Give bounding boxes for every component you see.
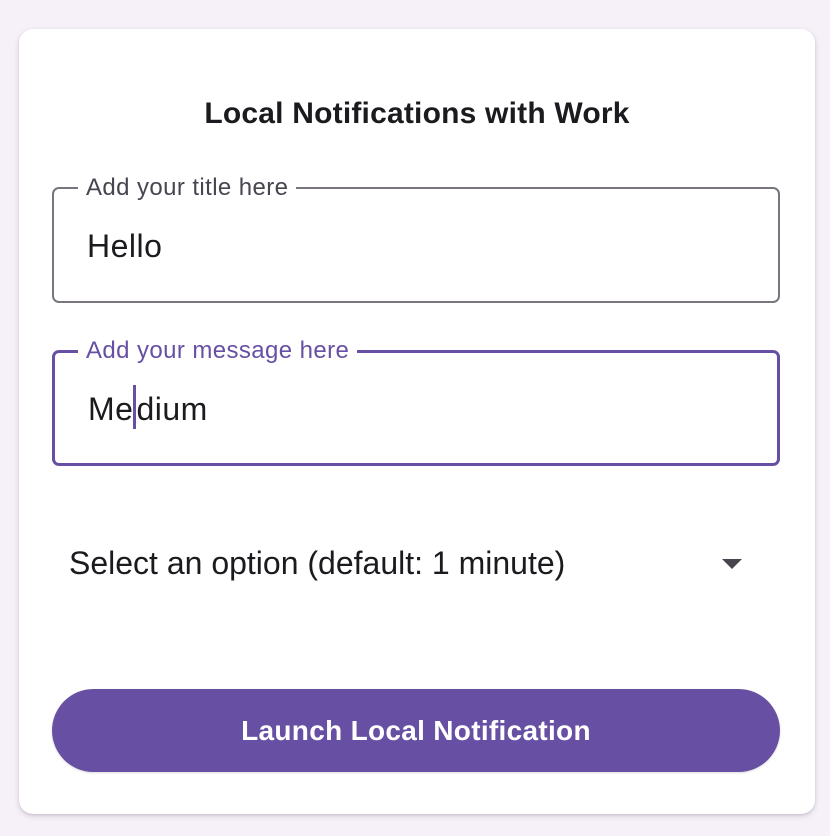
message-field-label: Add your message here: [78, 335, 358, 367]
message-field[interactable]: Add your message here Medium: [52, 335, 780, 466]
launch-notification-button[interactable]: Launch Local Notification: [52, 689, 780, 772]
dropdown-arrow-icon[interactable]: [722, 559, 742, 569]
interval-dropdown[interactable]: Select an option (default: 1 minute): [52, 525, 780, 605]
text-caret: [133, 384, 137, 429]
message-text-after-caret: dium: [136, 391, 208, 427]
title-field[interactable]: Add your title here Hello: [52, 172, 780, 303]
dropdown-selected-value: Select an option (default: 1 minute): [69, 545, 566, 581]
page-title: Local Notifications with Work: [204, 97, 630, 130]
title-field-value[interactable]: Hello: [87, 228, 162, 265]
message-text-before-caret: Me: [88, 391, 134, 427]
message-field-value[interactable]: Medium: [88, 384, 208, 431]
title-field-label: Add your title here: [78, 172, 297, 204]
notification-card: Local Notifications with Work Add your t…: [19, 29, 815, 814]
